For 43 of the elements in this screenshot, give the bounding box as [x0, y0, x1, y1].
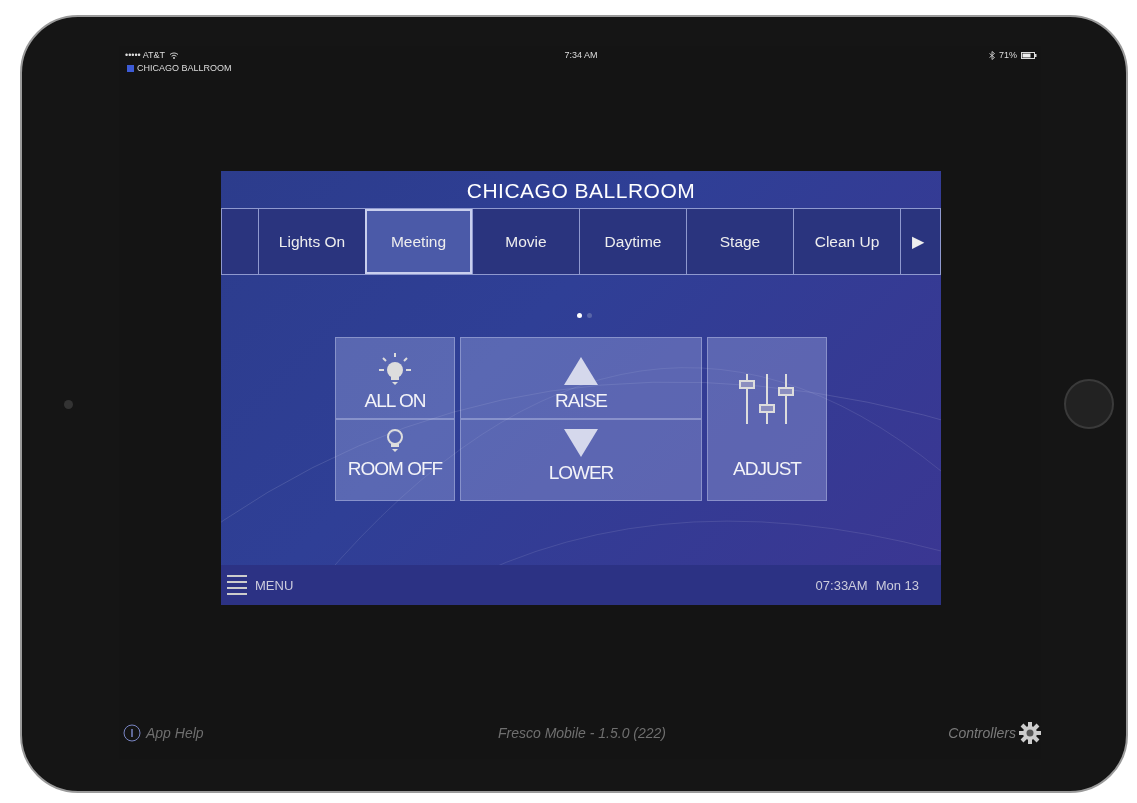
scene-tab[interactable]: Daytime: [579, 209, 686, 274]
scene-tab[interactable]: Stage: [686, 209, 793, 274]
all-on-button[interactable]: ALL ON: [335, 337, 455, 419]
info-icon: [123, 724, 141, 742]
adjust-button[interactable]: ADJUST: [707, 337, 827, 501]
clock-time: 07:33AM: [815, 577, 868, 593]
sliders-icon: [737, 372, 797, 427]
panel-title: CHICAGO BALLROOM: [465, 178, 697, 204]
camera-icon: [64, 399, 73, 409]
room-color-icon: [127, 64, 134, 72]
controllers-button[interactable]: Controllers: [841, 722, 1041, 744]
control-label: LOWER: [548, 462, 614, 484]
bluetooth-icon: [989, 50, 995, 60]
control-label: RAISE: [555, 390, 607, 412]
raise-button[interactable]: RAISE: [460, 337, 702, 419]
room-name: CHICAGO BALLROOM: [137, 63, 232, 73]
down-triangle-icon: [563, 428, 599, 458]
control-label: ADJUST: [733, 458, 801, 480]
lightbulb-on-icon: [378, 352, 412, 386]
up-triangle-icon: [563, 356, 599, 386]
page-dot[interactable]: [576, 313, 582, 318]
scene-tab[interactable]: Movie: [472, 209, 579, 274]
menu-button[interactable]: MENU: [227, 574, 294, 596]
control-label: ROOM OFF: [347, 458, 443, 480]
settings-icon: [1019, 722, 1041, 744]
lightbulb-icon: [386, 428, 404, 454]
carrier-label: ••••• AT&T: [125, 50, 166, 60]
app-help-link[interactable]: App Help: [123, 724, 323, 742]
room-off-button[interactable]: ROOM OFF: [335, 419, 455, 501]
home-button[interactable]: [1064, 379, 1114, 429]
wifi-icon: [169, 51, 180, 59]
lower-button[interactable]: LOWER: [460, 419, 702, 501]
control-label: ALL ON: [364, 390, 426, 412]
page-dot[interactable]: [586, 313, 592, 318]
next-button[interactable]: ▶: [900, 209, 934, 274]
scene-tab[interactable]: Meeting: [365, 209, 472, 274]
scene-tab[interactable]: Clean Up: [793, 209, 900, 274]
status-time: 7:34 AM: [564, 50, 598, 60]
clock-date: Mon 13: [875, 577, 919, 593]
battery-percent: 71%: [999, 50, 1017, 60]
version-label: Fresco Mobile - 1.5.0 (222): [497, 725, 667, 741]
menu-icon: [227, 574, 247, 596]
battery-icon: [1021, 51, 1037, 59]
